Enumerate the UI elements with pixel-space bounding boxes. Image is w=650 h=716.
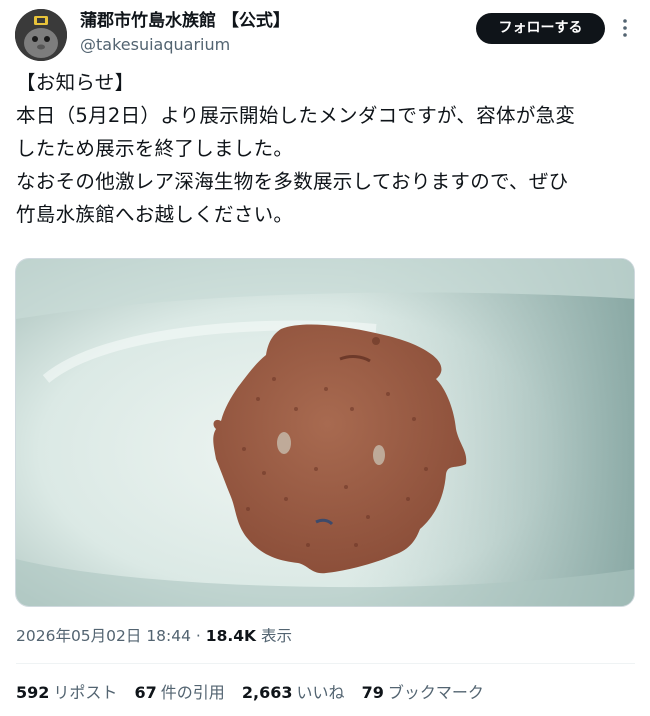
tweet-line: 【お知らせ】 bbox=[16, 71, 135, 94]
likes-label: いいね bbox=[296, 683, 345, 702]
bookmarks-count: 79 bbox=[361, 683, 384, 702]
avatar[interactable] bbox=[15, 9, 67, 61]
quotes-label: 件の引用 bbox=[160, 683, 225, 702]
likes-count: 2,663 bbox=[241, 683, 293, 702]
mascot-avatar-icon bbox=[15, 9, 67, 61]
reposts-stat[interactable]: 592 リポスト bbox=[16, 683, 117, 702]
quotes-count: 67 bbox=[134, 683, 157, 702]
dumbo-octopus-photo bbox=[16, 259, 634, 606]
engagement-stats: 592 リポスト 67 件の引用 2,663 いいね 79 ブックマーク bbox=[16, 682, 496, 704]
display-name[interactable]: 蒲郡市竹島水族館 【公式】 bbox=[80, 9, 290, 33]
likes-stat[interactable]: 2,663 いいね bbox=[242, 683, 345, 702]
tweet: 蒲郡市竹島水族館 【公式】 @takesuiaquarium フォローする 【お… bbox=[0, 0, 650, 716]
tweet-meta: 2026年05月02日 18:44 · 18.4K 表示 bbox=[16, 625, 292, 647]
more-vertical-icon[interactable] bbox=[618, 16, 632, 40]
tweet-text: 【お知らせ】 本日（5月2日）より展示開始したメンダコですが、容体が急変 したた… bbox=[16, 66, 636, 231]
timestamp-link[interactable]: 2026年05月02日 18:44 bbox=[16, 627, 191, 645]
reposts-count: 592 bbox=[16, 683, 50, 702]
meta-separator: · bbox=[191, 627, 206, 645]
bookmarks-stat[interactable]: 79 ブックマーク bbox=[362, 683, 484, 702]
tweet-line: 本日（5月2日）より展示開始したメンダコですが、容体が急変 bbox=[16, 104, 576, 127]
tweet-photo[interactable] bbox=[15, 258, 635, 607]
follow-button[interactable]: フォローする bbox=[476, 13, 605, 44]
bookmarks-label: ブックマーク bbox=[387, 683, 484, 702]
views-count: 18.4K bbox=[205, 627, 257, 645]
reposts-label: リポスト bbox=[53, 683, 118, 702]
tweet-line: なおその他激レア深海生物を多数展示しておりますので、ぜひ bbox=[16, 170, 569, 193]
tweet-line: したため展示を終了しました。 bbox=[16, 137, 294, 160]
views-label: 表示 bbox=[260, 627, 292, 645]
quotes-stat[interactable]: 67 件の引用 bbox=[135, 683, 225, 702]
user-handle[interactable]: @takesuiaquarium bbox=[80, 35, 230, 55]
divider bbox=[16, 663, 635, 664]
tweet-line: 竹島水族館へお越しください。 bbox=[16, 203, 294, 226]
